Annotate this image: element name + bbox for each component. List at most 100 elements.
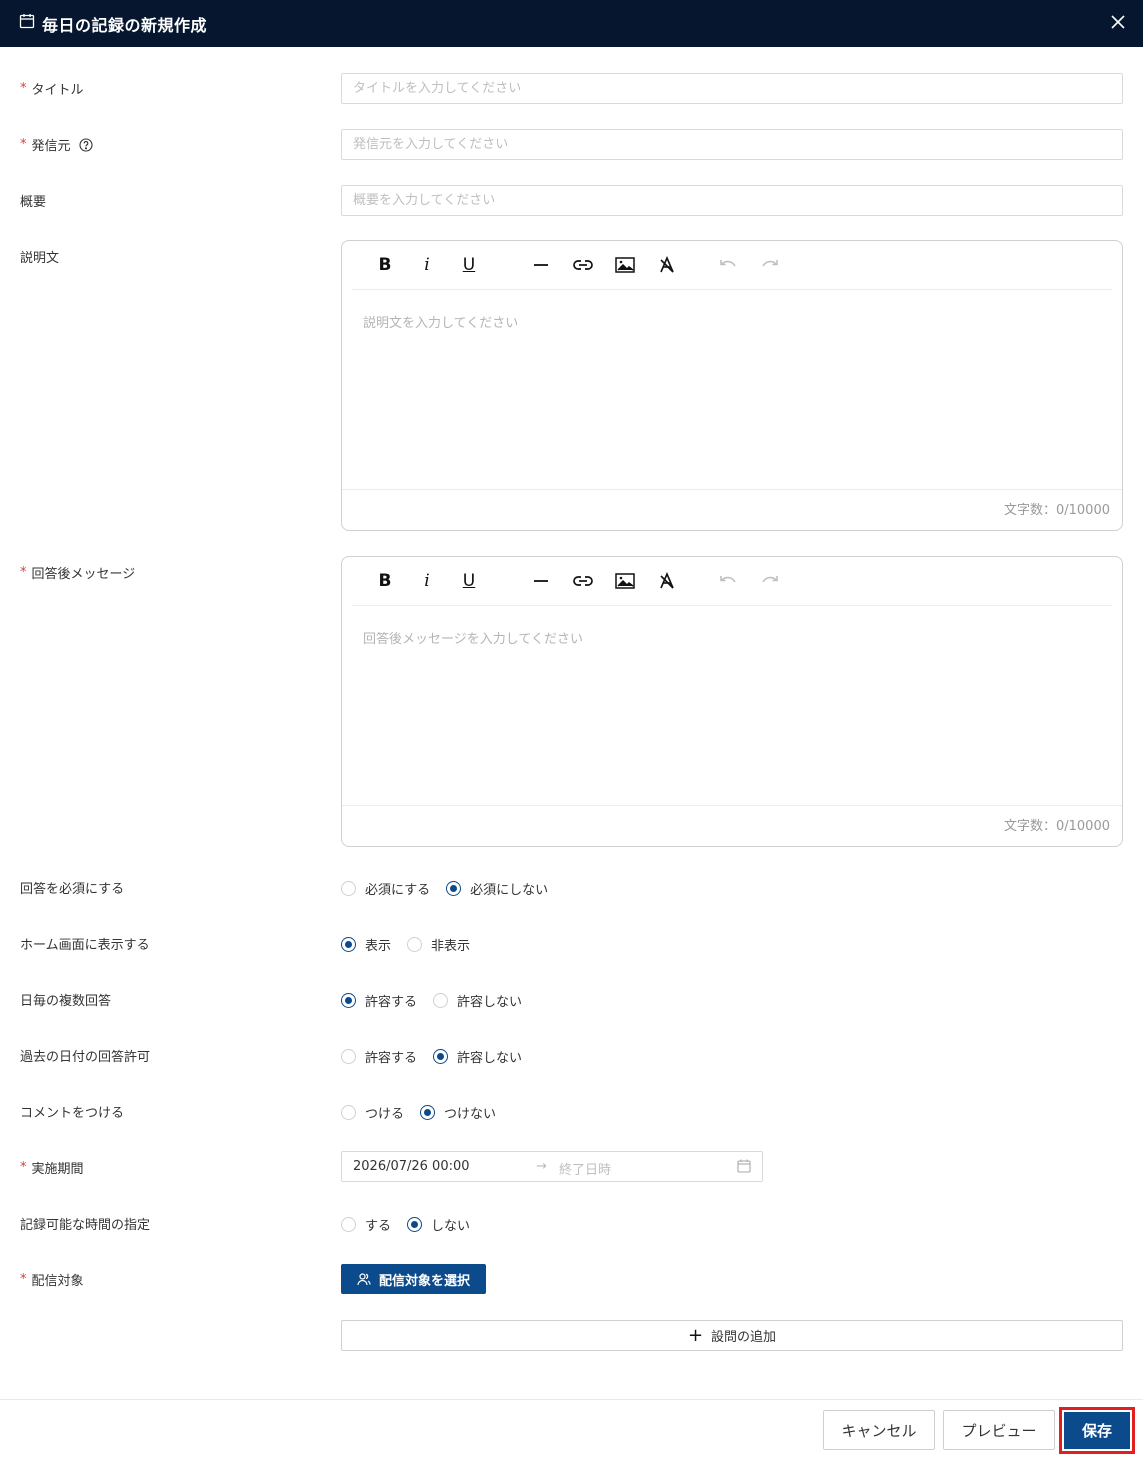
horizontal-rule-icon bbox=[534, 580, 548, 582]
modal-title: 毎日の記録の新規作成 bbox=[42, 16, 208, 35]
after-message-editor[interactable]: B i U 回答後メッセージを入力してください 文字数：0/10000 bbox=[341, 556, 1123, 847]
time-spec-radio-group: する しない bbox=[341, 1215, 486, 1234]
radio-dot-selected bbox=[341, 937, 356, 952]
radio-time-spec-no[interactable]: しない bbox=[407, 1215, 470, 1234]
underline-button[interactable]: U bbox=[457, 253, 481, 277]
editor-toolbar: B i U bbox=[352, 241, 1112, 290]
add-question-button[interactable]: + 設問の追加 bbox=[341, 1320, 1123, 1351]
radio-required-no[interactable]: 必須にしない bbox=[446, 879, 548, 898]
radio-comment-on[interactable]: つける bbox=[341, 1103, 404, 1122]
editor-placeholder: 説明文を入力してください bbox=[363, 316, 519, 331]
arrow-right-icon: → bbox=[536, 1159, 547, 1174]
horizontal-rule-icon bbox=[534, 264, 548, 266]
redo-icon bbox=[762, 260, 778, 267]
italic-button[interactable]: i bbox=[415, 253, 439, 277]
comment-radio-group: つける つけない bbox=[341, 1103, 512, 1122]
past-date-label: 過去の日付の回答許可 bbox=[20, 1050, 151, 1065]
radio-comment-off[interactable]: つけない bbox=[420, 1103, 496, 1122]
bold-button[interactable]: B bbox=[373, 253, 397, 277]
undo-button[interactable] bbox=[716, 253, 740, 277]
home-display-label: ホーム画面に表示する bbox=[20, 938, 150, 953]
undo-icon bbox=[720, 260, 736, 267]
title-input[interactable] bbox=[341, 73, 1123, 104]
image-button[interactable] bbox=[613, 253, 637, 277]
past-date-radio-group: 許容する 許容しない bbox=[341, 1047, 538, 1066]
clear-format-icon bbox=[660, 256, 674, 273]
radio-dot-selected bbox=[420, 1105, 436, 1120]
home-display-radio-group: 表示 非表示 bbox=[341, 935, 486, 954]
radio-dot-selected bbox=[407, 1217, 423, 1232]
undo-button[interactable] bbox=[716, 569, 740, 593]
undo-icon bbox=[720, 576, 736, 583]
daily-multi-radio-group: 許容する 許容しない bbox=[341, 991, 538, 1010]
radio-home-show[interactable]: 表示 bbox=[341, 935, 391, 954]
link-button[interactable] bbox=[571, 253, 595, 277]
radio-past-date-allow[interactable]: 許容する bbox=[341, 1047, 417, 1066]
users-icon bbox=[357, 1273, 371, 1286]
required-mark: * bbox=[20, 565, 27, 580]
calendar-icon[interactable] bbox=[737, 1159, 751, 1173]
bold-button[interactable]: B bbox=[373, 569, 397, 593]
radio-daily-multi-allow[interactable]: 許容する bbox=[341, 991, 417, 1010]
sender-label: * 発信元 bbox=[20, 135, 93, 154]
character-count: 文字数：0/10000 bbox=[1003, 819, 1110, 834]
summary-input[interactable] bbox=[341, 185, 1123, 216]
after-message-label: * 回答後メッセージ bbox=[20, 565, 136, 582]
close-icon[interactable] bbox=[1109, 13, 1127, 31]
required-mark: * bbox=[20, 81, 27, 96]
add-question-label: 設問の追加 bbox=[711, 1330, 777, 1345]
horizontal-rule-button[interactable] bbox=[529, 253, 553, 277]
required-answer-radio-group: 必須にする 必須にしない bbox=[341, 879, 564, 898]
editor-placeholder: 回答後メッセージを入力してください bbox=[363, 632, 583, 647]
radio-daily-multi-deny[interactable]: 許容しない bbox=[433, 991, 522, 1010]
preview-button[interactable]: プレビュー bbox=[943, 1410, 1055, 1450]
radio-dot-selected bbox=[433, 1049, 449, 1064]
summary-label: 概要 bbox=[20, 195, 47, 210]
radio-dot bbox=[341, 1217, 356, 1232]
radio-dot bbox=[341, 881, 356, 896]
daily-multi-label: 日毎の複数回答 bbox=[20, 994, 112, 1009]
plus-icon: + bbox=[687, 1324, 704, 1346]
link-icon bbox=[573, 260, 593, 270]
radio-dot bbox=[341, 1105, 356, 1120]
question-circle-icon[interactable] bbox=[78, 137, 93, 152]
period-start-value[interactable]: 2026/07/26 00:00 bbox=[353, 1159, 470, 1174]
clear-format-button[interactable] bbox=[655, 569, 679, 593]
redo-button[interactable] bbox=[758, 253, 782, 277]
image-icon bbox=[615, 573, 635, 589]
clear-format-button[interactable] bbox=[655, 253, 679, 277]
radio-dot-selected bbox=[341, 993, 356, 1008]
underline-button[interactable]: U bbox=[457, 569, 481, 593]
link-button[interactable] bbox=[571, 569, 595, 593]
link-icon bbox=[573, 576, 593, 586]
select-target-button[interactable]: 配信対象を選択 bbox=[341, 1264, 487, 1294]
time-spec-label: 記録可能な時間の指定 bbox=[20, 1218, 151, 1233]
radio-time-spec-yes[interactable]: する bbox=[341, 1215, 391, 1234]
radio-home-hide[interactable]: 非表示 bbox=[407, 935, 470, 954]
character-count: 文字数：0/10000 bbox=[1003, 503, 1110, 518]
redo-button[interactable] bbox=[758, 569, 782, 593]
title-label: * タイトル bbox=[20, 81, 84, 98]
radio-dot bbox=[433, 993, 449, 1008]
modal-header: 毎日の記録の新規作成 bbox=[0, 0, 1143, 47]
required-mark: * bbox=[20, 137, 27, 152]
period-range-picker[interactable]: 2026/07/26 00:00 → 終了日時 bbox=[341, 1151, 763, 1182]
radio-dot-selected bbox=[446, 881, 462, 896]
required-mark: * bbox=[20, 1160, 27, 1175]
save-highlight: 保存 bbox=[1059, 1407, 1135, 1454]
radio-past-date-deny[interactable]: 許容しない bbox=[433, 1047, 522, 1066]
description-editor[interactable]: B i U 説明文を入力してください 文字数：0/10000 bbox=[341, 240, 1123, 531]
radio-required-yes[interactable]: 必須にする bbox=[341, 879, 430, 898]
sender-input[interactable] bbox=[341, 129, 1123, 160]
clear-format-icon bbox=[660, 572, 674, 589]
image-icon bbox=[615, 257, 635, 273]
redo-icon bbox=[762, 576, 778, 583]
save-button[interactable]: 保存 bbox=[1064, 1412, 1130, 1449]
calendar-icon bbox=[19, 14, 35, 29]
image-button[interactable] bbox=[613, 569, 637, 593]
radio-dot bbox=[341, 1049, 356, 1064]
italic-button[interactable]: i bbox=[415, 569, 439, 593]
period-end-placeholder[interactable]: 終了日時 bbox=[559, 1159, 611, 1178]
horizontal-rule-button[interactable] bbox=[529, 569, 553, 593]
cancel-button[interactable]: キャンセル bbox=[823, 1410, 935, 1450]
